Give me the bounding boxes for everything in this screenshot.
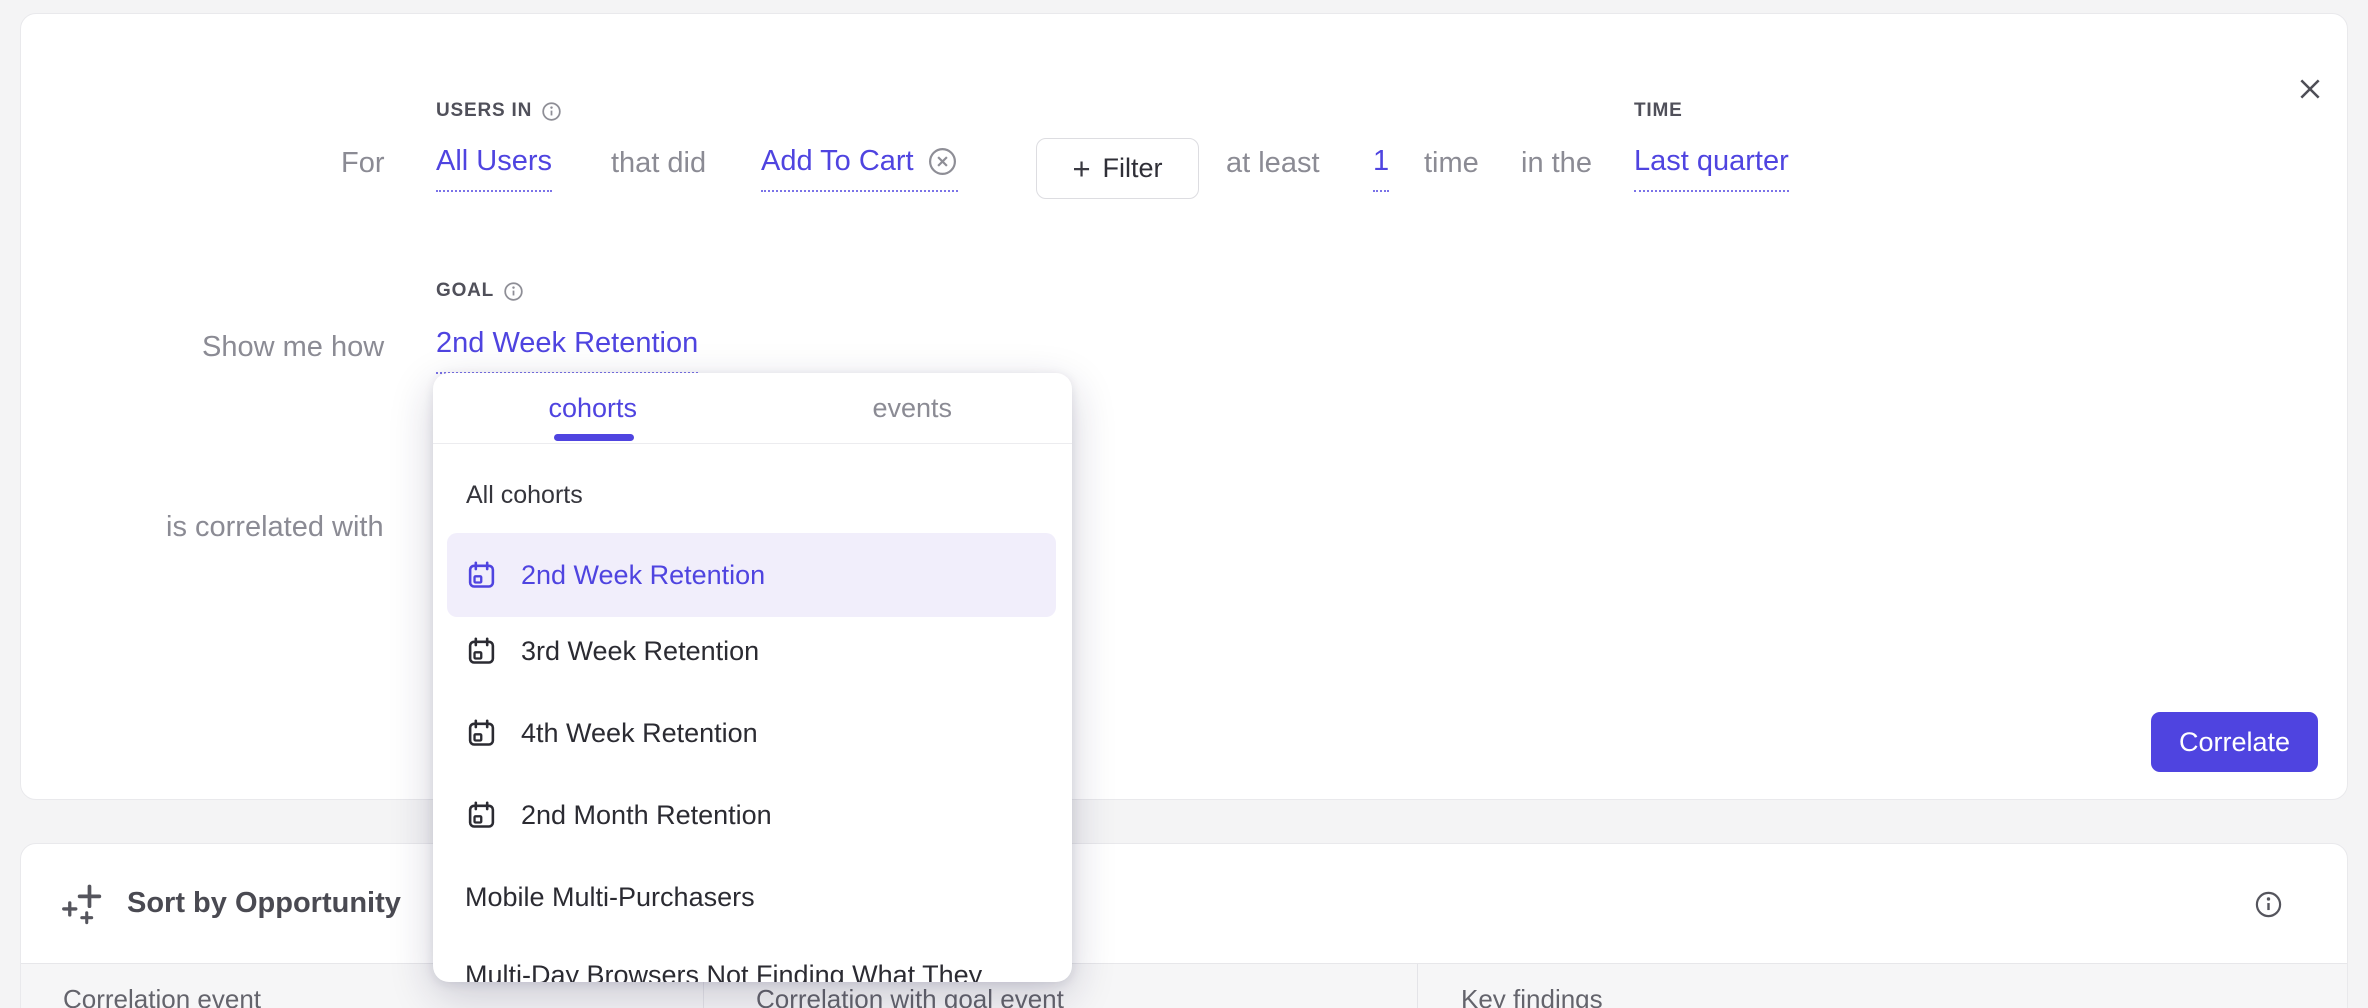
calendar-icon <box>465 560 497 591</box>
correlate-button[interactable]: Correlate <box>2151 712 2318 772</box>
count-value[interactable]: 1 <box>1373 145 1389 192</box>
goal-dropdown: cohorts events All cohorts 2nd Week Rete… <box>433 373 1072 982</box>
list-item-multi-day-browsers[interactable]: Multi-Day Browsers Not Finding What They <box>447 933 1056 982</box>
column-header-key-findings: Key findings <box>1418 984 2347 1008</box>
connector-at-least: at least <box>1226 147 1320 180</box>
goal-value[interactable]: 2nd Week Retention <box>436 327 698 374</box>
time-value[interactable]: Last quarter <box>1634 145 1789 192</box>
list-item-2nd-month-retention[interactable]: 2nd Month Retention <box>447 773 1056 857</box>
connector-is-correlated-with: is correlated with <box>166 511 384 544</box>
query-builder-card: For USERS IN All Users that did Add To C… <box>20 13 2348 800</box>
active-tab-underline <box>554 434 634 441</box>
users-in-value[interactable]: All Users <box>436 145 552 192</box>
goal-label: GOAL <box>436 280 524 302</box>
results-table-header: Correlation event Correlation with goal … <box>21 964 2347 1008</box>
tab-events[interactable]: events <box>753 373 1073 443</box>
sparkles-icon <box>61 881 107 927</box>
connector-that-did: that did <box>611 147 706 180</box>
event-value[interactable]: Add To Cart <box>761 145 958 192</box>
list-item-3rd-week-retention[interactable]: 3rd Week Retention <box>447 609 1056 693</box>
connector-time: time <box>1424 147 1479 180</box>
time-label: TIME <box>1634 100 1683 122</box>
plus-icon: + <box>1072 153 1090 184</box>
info-icon[interactable] <box>503 281 524 302</box>
dropdown-tabs: cohorts events <box>433 373 1072 444</box>
info-icon[interactable] <box>2254 890 2283 919</box>
connector-for: For <box>341 147 385 180</box>
calendar-icon <box>465 718 497 749</box>
close-icon[interactable] <box>2293 72 2327 106</box>
list-item-4th-week-retention[interactable]: 4th Week Retention <box>447 691 1056 775</box>
connector-show-me-how: Show me how <box>202 331 384 364</box>
column-header-correlation-with-goal-event: Correlation with goal event <box>704 984 1417 1008</box>
list-item-mobile-multi-purchasers[interactable]: Mobile Multi-Purchasers <box>447 855 1056 939</box>
results-panel: Sort by Opportunity Correlation event Co… <box>20 843 2348 1008</box>
calendar-icon <box>465 800 497 831</box>
connector-in-the: in the <box>1521 147 1592 180</box>
calendar-icon <box>465 636 497 667</box>
add-filter-button[interactable]: + Filter <box>1036 138 1199 199</box>
info-icon[interactable] <box>541 101 562 122</box>
remove-event-icon[interactable] <box>927 146 958 177</box>
cohorts-section-header: All cohorts <box>466 481 583 510</box>
column-header-correlation-event: Correlation event <box>21 984 703 1008</box>
list-item-2nd-week-retention[interactable]: 2nd Week Retention <box>447 533 1056 617</box>
sort-by-opportunity-label[interactable]: Sort by Opportunity <box>127 887 401 920</box>
users-in-label: USERS IN <box>436 100 562 122</box>
sort-row: Sort by Opportunity <box>21 844 2347 964</box>
tab-cohorts[interactable]: cohorts <box>433 373 753 443</box>
